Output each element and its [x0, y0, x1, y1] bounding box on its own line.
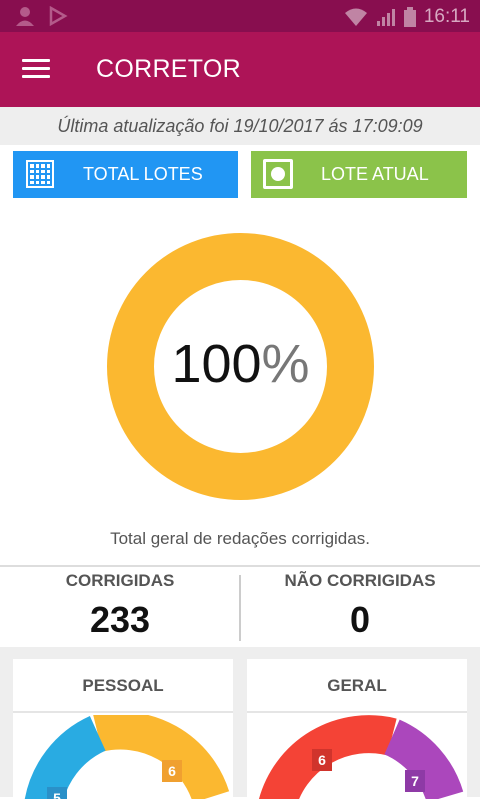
lote-atual-label: LOTE ATUAL	[321, 164, 429, 184]
pessoal-donut-chart	[24, 715, 230, 799]
divider	[0, 565, 480, 567]
menu-icon[interactable]	[22, 56, 52, 82]
geral-card[interactable]: GERAL 6 7	[247, 659, 467, 799]
pessoal-segment-yellow	[93, 715, 230, 799]
geral-badge-6: 6	[312, 749, 332, 771]
play-store-icon	[49, 6, 68, 26]
status-time: 16:11	[423, 6, 470, 27]
system-icons: 16:11	[344, 6, 470, 28]
page-title: CORRETOR	[96, 55, 242, 83]
geral-donut-chart	[258, 715, 464, 799]
pessoal-card-title: PESSOAL	[13, 659, 233, 713]
corrigidas-label: CORRIGIDAS	[65, 571, 175, 590]
battery-icon	[403, 7, 416, 27]
progress-unit: %	[261, 334, 310, 394]
pessoal-card[interactable]: PESSOAL 6 5	[13, 659, 233, 799]
nao-corrigidas-label: NÃO CORRIGIDAS	[284, 571, 436, 590]
wifi-icon	[344, 8, 367, 26]
notification-icons	[14, 6, 68, 26]
total-lotes-label: TOTAL LOTES	[83, 164, 203, 184]
progress-caption: Total geral de redações corrigidas.	[110, 529, 370, 548]
signal-icon	[376, 9, 395, 26]
app-toolbar: CORRETOR	[0, 32, 480, 107]
progress-percentage: 100%	[107, 333, 374, 395]
pessoal-badge-6: 6	[162, 760, 182, 782]
geral-card-title: GERAL	[247, 659, 467, 713]
last-update-text: Última atualização foi 19/10/2017 ás 17:…	[0, 107, 480, 145]
nao-corrigidas-stat: NÃO CORRIGIDAS 0	[240, 571, 480, 641]
lote-atual-button[interactable]: LOTE ATUAL	[251, 151, 467, 198]
corrigidas-value: 233	[89, 599, 151, 640]
record-icon	[263, 159, 293, 189]
nao-corrigidas-value: 0	[349, 599, 371, 640]
status-bar: 16:11	[0, 0, 480, 32]
pessoal-badge-5: 5	[47, 787, 67, 799]
progress-value: 100	[171, 334, 262, 394]
geral-segment-red	[258, 715, 397, 799]
corrigidas-stat: CORRIGIDAS 233	[0, 571, 240, 641]
geral-badge-7: 7	[405, 770, 425, 792]
user-notification-icon	[16, 7, 34, 26]
total-lotes-button[interactable]: TOTAL LOTES	[13, 151, 238, 198]
grid-icon	[26, 160, 54, 188]
